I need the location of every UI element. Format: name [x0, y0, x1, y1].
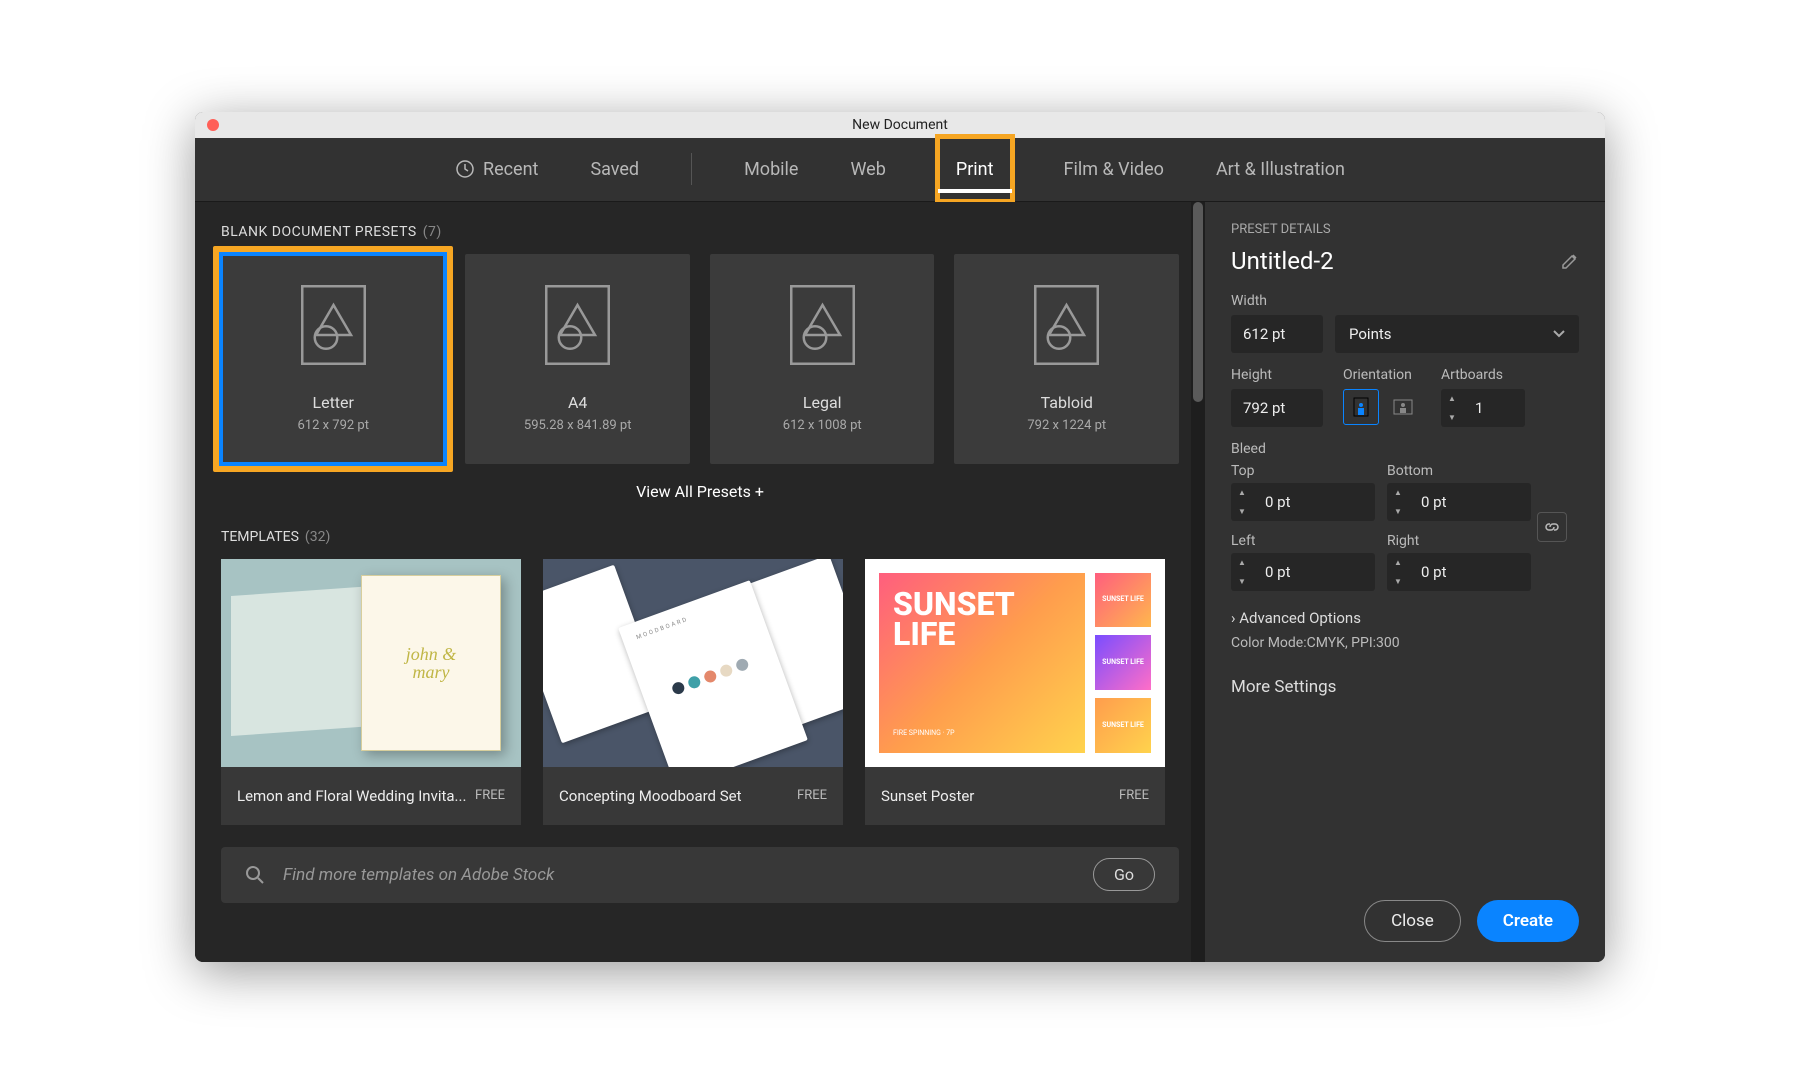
stepper-up-icon[interactable]: ▲ [1441, 389, 1463, 408]
preset-details-header: PRESET DETAILS [1231, 222, 1579, 237]
bleed-right[interactable]: ▲▼0 pt [1387, 553, 1531, 591]
preset-tabloid[interactable]: Tabloid 792 x 1224 pt [954, 254, 1179, 464]
preset-a4[interactable]: A4 595.28 x 841.89 pt [465, 254, 690, 464]
new-document-dialog: New Document Recent Saved Mobile Web Pri… [195, 112, 1605, 962]
advanced-options-toggle[interactable]: › Advanced Options [1231, 609, 1579, 627]
tab-mobile[interactable]: Mobile [744, 137, 798, 201]
height-input[interactable]: 792 pt [1231, 389, 1323, 427]
orientation-landscape[interactable] [1385, 389, 1421, 425]
template-moodboard[interactable]: MOODBOARD Concepting Moodboard SetFREE [543, 559, 843, 825]
tab-film-video[interactable]: Film & Video [1064, 137, 1164, 201]
tab-web[interactable]: Web [850, 137, 885, 201]
main-panel: BLANK DOCUMENT PRESETS(7) Letter 612 x 7… [195, 202, 1205, 962]
document-icon [301, 285, 366, 365]
bleed-top[interactable]: ▲▼0 pt [1231, 483, 1375, 521]
titlebar: New Document [195, 112, 1605, 138]
tab-print[interactable]: Print [938, 137, 1012, 201]
clock-icon [455, 159, 475, 179]
template-wedding-invitation[interactable]: john &mary Lemon and Floral Wedding Invi… [221, 559, 521, 825]
template-sunset-poster[interactable]: SUNSET LIFEFIRE SPINNING · 7P SUNSET LIF… [865, 559, 1165, 825]
units-select[interactable]: Points [1335, 315, 1579, 353]
presets-header: BLANK DOCUMENT PRESETS(7) [221, 224, 1179, 240]
edit-name-icon[interactable] [1561, 252, 1579, 270]
document-icon [1034, 285, 1099, 365]
stock-search[interactable]: Find more templates on Adobe Stock Go [221, 847, 1179, 903]
scrollbar[interactable] [1191, 202, 1205, 962]
bleed-bottom[interactable]: ▲▼0 pt [1387, 483, 1531, 521]
link-bleed-icon[interactable] [1537, 512, 1567, 542]
preset-letter[interactable]: Letter 612 x 792 pt [213, 246, 453, 472]
search-placeholder: Find more templates on Adobe Stock [283, 865, 1075, 885]
templates-header: TEMPLATES(32) [221, 529, 1179, 545]
category-tabs: Recent Saved Mobile Web Print Film & Vid… [195, 138, 1605, 202]
preset-details-panel: PRESET DETAILS Untitled-2 Width 612 pt P… [1205, 202, 1605, 962]
stepper-down-icon[interactable]: ▼ [1441, 408, 1463, 427]
preset-legal[interactable]: Legal 612 x 1008 pt [710, 254, 935, 464]
close-button[interactable]: Close [1364, 900, 1461, 942]
tab-separator [691, 153, 692, 185]
document-icon [545, 285, 610, 365]
artboards-stepper[interactable]: ▲▼ 1 [1441, 389, 1525, 427]
search-icon [245, 865, 265, 885]
width-input[interactable]: 612 pt [1231, 315, 1323, 353]
color-mode-text: Color Mode:CMYK, PPI:300 [1231, 635, 1579, 651]
create-button[interactable]: Create [1477, 900, 1579, 942]
bleed-left[interactable]: ▲▼0 pt [1231, 553, 1375, 591]
go-button[interactable]: Go [1093, 858, 1155, 891]
document-icon [790, 285, 855, 365]
window-title: New Document [195, 117, 1605, 133]
orientation-portrait[interactable] [1343, 389, 1379, 425]
tab-art-illustration[interactable]: Art & Illustration [1216, 137, 1345, 201]
document-name[interactable]: Untitled-2 [1231, 247, 1334, 275]
chevron-down-icon [1553, 330, 1565, 338]
tab-saved[interactable]: Saved [590, 137, 639, 201]
more-settings[interactable]: More Settings [1231, 677, 1579, 697]
view-all-presets[interactable]: View All Presets + [221, 482, 1179, 501]
tab-recent[interactable]: Recent [455, 137, 538, 201]
